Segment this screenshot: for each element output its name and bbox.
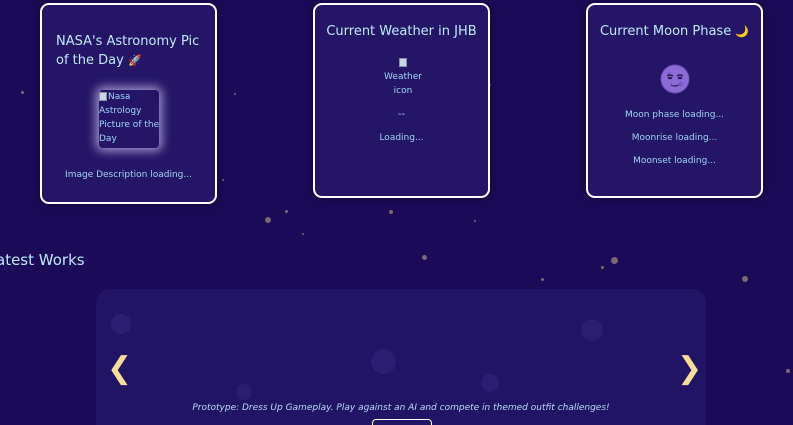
star (285, 210, 288, 213)
nasa-image-description: Image Description loading... (65, 170, 192, 180)
star (389, 210, 393, 214)
star (234, 93, 236, 95)
carousel-caption: Prototype: Dress Up Gameplay. Play again… (192, 403, 610, 413)
star (422, 255, 427, 260)
broken-image-icon (398, 58, 407, 67)
moon-face-icon (660, 64, 690, 94)
weather-card: Current Weather in JHB Weather icon -- L… (313, 3, 490, 198)
weather-icon-alt: Weather icon (384, 72, 422, 96)
moon-card-title: Current Moon Phase 🌙 (588, 22, 761, 41)
rocket-icon: 🚀 (127, 54, 142, 67)
star (474, 220, 476, 222)
star (611, 257, 618, 264)
carousel-action-button[interactable] (372, 419, 432, 425)
broken-image-icon (99, 92, 107, 101)
nasa-card-title: NASA's Astronomy Pic of the Day 🚀 (56, 32, 206, 70)
moonset-text: Moonset loading... (633, 156, 716, 166)
weather-temperature: -- (397, 109, 406, 120)
weather-status: Loading... (379, 133, 424, 143)
carousel-next-arrow[interactable]: ❯ (677, 354, 702, 384)
crescent-moon-icon: 🌙 (735, 25, 750, 38)
star (786, 369, 790, 373)
star (541, 278, 544, 281)
latest-works-heading: atest Works (0, 251, 85, 269)
star (742, 276, 748, 282)
star (21, 91, 24, 94)
background-blob (481, 374, 499, 392)
star (302, 233, 304, 235)
star (222, 179, 224, 181)
background-blob (581, 319, 603, 341)
latest-works-carousel: Prototype: Dress Up Gameplay. Play again… (96, 289, 706, 425)
background-blob (111, 314, 131, 334)
star (265, 217, 271, 223)
nasa-apod-card: NASA's Astronomy Pic of the Day 🚀 Nasa A… (40, 3, 217, 204)
nasa-picture-alt: Nasa Astrology Picture of the Day (99, 92, 160, 144)
star (601, 266, 604, 269)
weather-card-title: Current Weather in JHB (326, 24, 477, 39)
moon-phase-card: Current Moon Phase 🌙 Moon phase loading.… (586, 3, 763, 198)
moon-card-title-text: Current Moon Phase (599, 24, 732, 39)
carousel-prev-arrow[interactable]: ❮ (107, 354, 132, 384)
moonrise-text: Moonrise loading... (631, 133, 718, 143)
background-blob (371, 349, 396, 374)
nasa-picture[interactable]: Nasa Astrology Picture of the Day (99, 90, 161, 146)
weather-icon: Weather icon (381, 56, 425, 98)
moon-phase-text: Moon phase loading... (624, 110, 725, 120)
background-blob (236, 384, 252, 400)
